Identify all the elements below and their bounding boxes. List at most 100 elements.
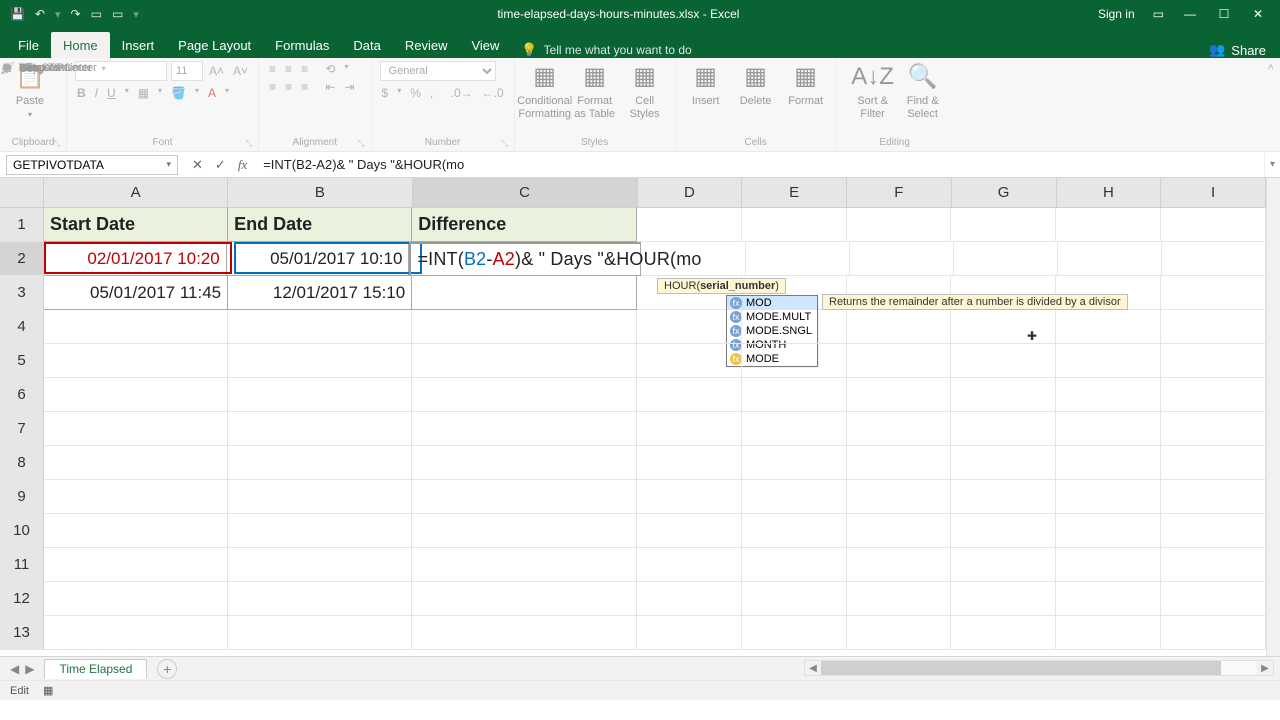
cell-c13[interactable] [412,616,637,650]
cell-i3[interactable] [1161,276,1266,310]
new-sheet-button[interactable]: + [157,659,177,679]
cell-a9[interactable] [44,480,228,514]
cell-c3[interactable] [412,276,637,310]
tab-page-layout[interactable]: Page Layout [166,32,263,58]
cell-g4[interactable] [951,310,1056,344]
italic-button[interactable]: I [93,85,100,101]
cell-f1[interactable] [847,208,952,242]
tab-view[interactable]: View [459,32,511,58]
tab-data[interactable]: Data [341,32,392,58]
cell-e11[interactable] [742,548,847,582]
row-header-8[interactable]: 8 [0,446,44,480]
cell-h7[interactable] [1056,412,1161,446]
macro-record-icon[interactable]: ▦ [43,684,53,697]
cell-e8[interactable] [742,446,847,480]
align-right-icon[interactable]: ≡ [299,79,310,95]
cell-h1[interactable] [1056,208,1161,242]
sheet-tab-time-elapsed[interactable]: Time Elapsed [44,659,147,679]
cell-c11[interactable] [412,548,637,582]
clear-button[interactable]: ◇Clear▾ [0,61,1280,75]
cell-d6[interactable] [637,378,742,412]
hscroll-thumb[interactable] [821,661,1221,675]
cell-b3[interactable]: 12/01/2017 15:10 [228,276,412,310]
cell-i2[interactable] [1162,242,1266,276]
cell-e12[interactable] [742,582,847,616]
cell-e9[interactable] [742,480,847,514]
row-header-12[interactable]: 12 [0,582,44,616]
cell-c5[interactable] [412,344,637,378]
row-header-10[interactable]: 10 [0,514,44,548]
cell-a7[interactable] [44,412,228,446]
cell-c12[interactable] [412,582,637,616]
row-header-3[interactable]: 3 [0,276,44,310]
hscroll-track[interactable] [821,661,1257,675]
cell-a5[interactable] [44,344,228,378]
cell-d5[interactable] [637,344,742,378]
ribbon-display-icon[interactable]: ▭ [1153,7,1164,21]
fx-button[interactable]: fx [238,157,247,173]
cell-h9[interactable] [1056,480,1161,514]
select-all-corner[interactable] [0,178,44,208]
horizontal-scrollbar[interactable]: ◀ ▶ [804,660,1274,676]
row-header-13[interactable]: 13 [0,616,44,650]
col-header-f[interactable]: F [847,178,952,208]
cell-c8[interactable] [412,446,637,480]
cell-d11[interactable] [637,548,742,582]
cell-h12[interactable] [1056,582,1161,616]
cell-d10[interactable] [637,514,742,548]
cell-e4[interactable] [742,310,847,344]
cell-a10[interactable] [44,514,228,548]
close-button[interactable]: ✕ [1250,7,1266,21]
percent-icon[interactable]: % [408,85,423,101]
maximize-button[interactable]: ☐ [1216,7,1232,21]
cell-c9[interactable] [412,480,637,514]
cell-f4[interactable] [847,310,952,344]
cell-e1[interactable] [742,208,847,242]
cell-d1[interactable] [637,208,742,242]
font-color-button[interactable]: A [206,85,218,101]
cell-g6[interactable] [951,378,1056,412]
cell-f2[interactable] [850,242,954,276]
cell-i7[interactable] [1161,412,1266,446]
comma-icon[interactable]: , [428,85,435,101]
cell-b4[interactable] [228,310,412,344]
cell-b13[interactable] [228,616,412,650]
cell-b10[interactable] [228,514,412,548]
cell-h5[interactable] [1056,344,1161,378]
tab-home[interactable]: Home [51,32,110,58]
cell-c7[interactable] [412,412,637,446]
prev-sheet-icon[interactable]: ◀ [10,662,19,676]
expand-formula-bar-icon[interactable]: ▾ [1264,152,1280,177]
row-header-9[interactable]: 9 [0,480,44,514]
cell-i9[interactable] [1161,480,1266,514]
cell-a6[interactable] [44,378,228,412]
cell-i11[interactable] [1161,548,1266,582]
cell-i4[interactable] [1161,310,1266,344]
cell-i13[interactable] [1161,616,1266,650]
cell-f9[interactable] [847,480,952,514]
tab-insert[interactable]: Insert [110,32,167,58]
cell-g11[interactable] [951,548,1056,582]
tab-file[interactable]: File [6,32,51,58]
indent-inc-icon[interactable]: ⇥ [342,79,356,95]
cell-g10[interactable] [951,514,1056,548]
font-launcher-icon[interactable]: ⤡ [246,139,252,149]
cell-f10[interactable] [847,514,952,548]
cell-c4[interactable] [412,310,637,344]
cell-f6[interactable] [847,378,952,412]
col-header-a[interactable]: A [44,178,228,208]
col-header-b[interactable]: B [228,178,412,208]
cell-a11[interactable] [44,548,228,582]
number-launcher-icon[interactable]: ⤡ [501,139,507,149]
cell-e10[interactable] [742,514,847,548]
cell-a4[interactable] [44,310,228,344]
align-center-icon[interactable]: ≡ [283,79,294,95]
row-header-7[interactable]: 7 [0,412,44,446]
cell-i8[interactable] [1161,446,1266,480]
col-header-h[interactable]: H [1057,178,1162,208]
cell-a3[interactable]: 05/01/2017 11:45 [44,276,228,310]
cell-h2[interactable] [1058,242,1162,276]
col-header-d[interactable]: D [638,178,743,208]
fill-color-button[interactable]: 🪣 [169,85,188,101]
tab-review[interactable]: Review [393,32,460,58]
